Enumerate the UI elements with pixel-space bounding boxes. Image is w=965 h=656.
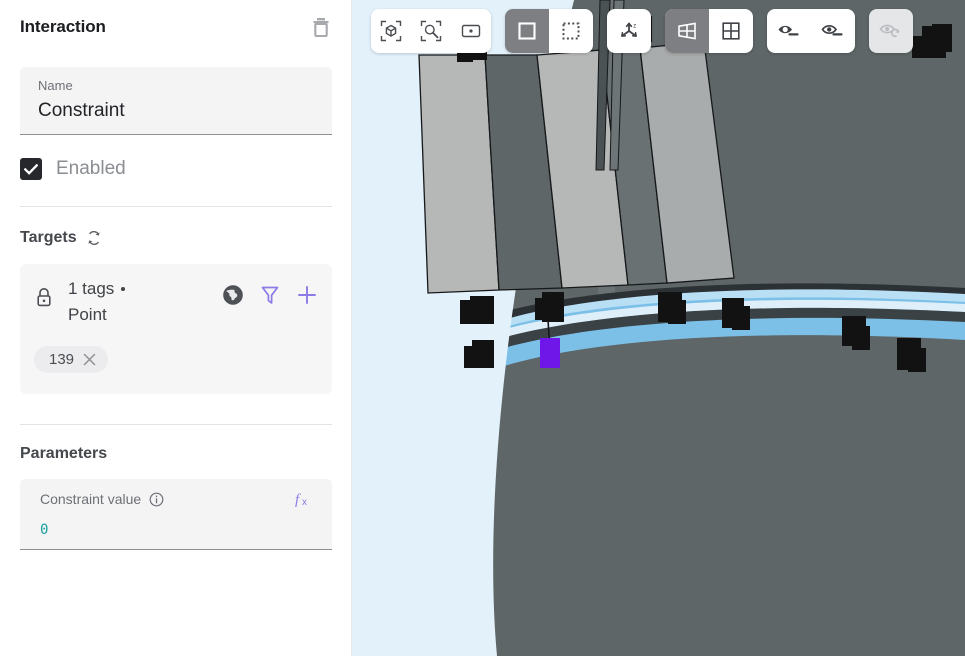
- toolbar-group-view-tools: [371, 9, 491, 53]
- svg-text:f: f: [295, 492, 301, 508]
- svg-text:x: x: [302, 497, 307, 508]
- fit-to-object-icon[interactable]: [371, 9, 411, 53]
- parameters-title: Parameters: [20, 445, 108, 462]
- name-field-value[interactable]: Constraint: [38, 97, 314, 125]
- flat-grid-icon[interactable]: [709, 9, 753, 53]
- toolbar-group-visibility-reset: [869, 9, 913, 53]
- viewport-toolbar: z: [371, 9, 913, 53]
- info-icon[interactable]: [149, 492, 164, 507]
- eye-hide-icon[interactable]: [767, 9, 811, 53]
- page-title: Interaction: [20, 17, 106, 36]
- toolbar-group-visibility: [767, 9, 855, 53]
- toolbar-group-axis-gizmo: z: [607, 9, 651, 53]
- eye-show-icon[interactable]: [811, 9, 855, 53]
- filter-icon[interactable]: [260, 284, 280, 306]
- interaction-panel: Interaction Name Constraint Enabled Targ…: [0, 0, 352, 656]
- axes-triad-icon[interactable]: z: [607, 9, 651, 53]
- eye-reset-icon: [869, 9, 913, 53]
- plus-icon[interactable]: [296, 284, 318, 306]
- selected-point-marker: [540, 338, 560, 368]
- lasso-select-dashed-icon[interactable]: [549, 9, 593, 53]
- lock-icon: [34, 286, 56, 310]
- app-root: Interaction Name Constraint Enabled Targ…: [0, 0, 965, 656]
- toolbar-group-selection-mode: [505, 9, 593, 53]
- separator-dot-icon: [121, 287, 126, 291]
- target-type-label: Point: [68, 305, 107, 324]
- perspective-grid-icon[interactable]: [665, 9, 709, 53]
- tag-chip-label: 139: [49, 351, 75, 368]
- parameter-value[interactable]: 0: [40, 521, 316, 539]
- target-tag-count: 1 tags: [68, 279, 115, 298]
- target-card[interactable]: 1 tags Point 139: [20, 264, 332, 394]
- targets-title: Targets: [20, 229, 77, 246]
- enabled-checkbox-row[interactable]: Enabled: [20, 158, 332, 180]
- enabled-label: Enabled: [56, 158, 126, 179]
- center-view-icon[interactable]: [451, 9, 491, 53]
- parameters-section-header: Parameters: [20, 445, 332, 463]
- trash-icon[interactable]: [308, 14, 334, 40]
- parameter-row[interactable]: Constraint value f x 0: [20, 479, 332, 550]
- box-select-solid-icon[interactable]: [505, 9, 549, 53]
- viewport-3d[interactable]: z: [352, 0, 965, 656]
- enabled-checkbox[interactable]: [20, 158, 42, 180]
- parameter-label: Constraint value: [40, 491, 142, 507]
- tag-chip[interactable]: 139: [34, 346, 109, 373]
- targets-section-header: Targets: [20, 229, 332, 247]
- refresh-icon[interactable]: [86, 230, 102, 246]
- 3d-mesh-model: [352, 0, 965, 656]
- svg-text:z: z: [633, 23, 636, 29]
- fx-icon[interactable]: f x: [294, 490, 316, 508]
- name-field[interactable]: Name Constraint: [20, 67, 332, 135]
- globe-icon[interactable]: [222, 284, 244, 306]
- panel-header: Interaction: [0, 0, 352, 44]
- zoom-to-selection-icon[interactable]: [411, 9, 451, 53]
- close-icon[interactable]: [83, 353, 96, 366]
- toolbar-group-display-mode: [665, 9, 753, 53]
- name-field-label: Name: [38, 78, 73, 93]
- divider-top: [20, 206, 332, 207]
- divider-bottom: [20, 424, 332, 425]
